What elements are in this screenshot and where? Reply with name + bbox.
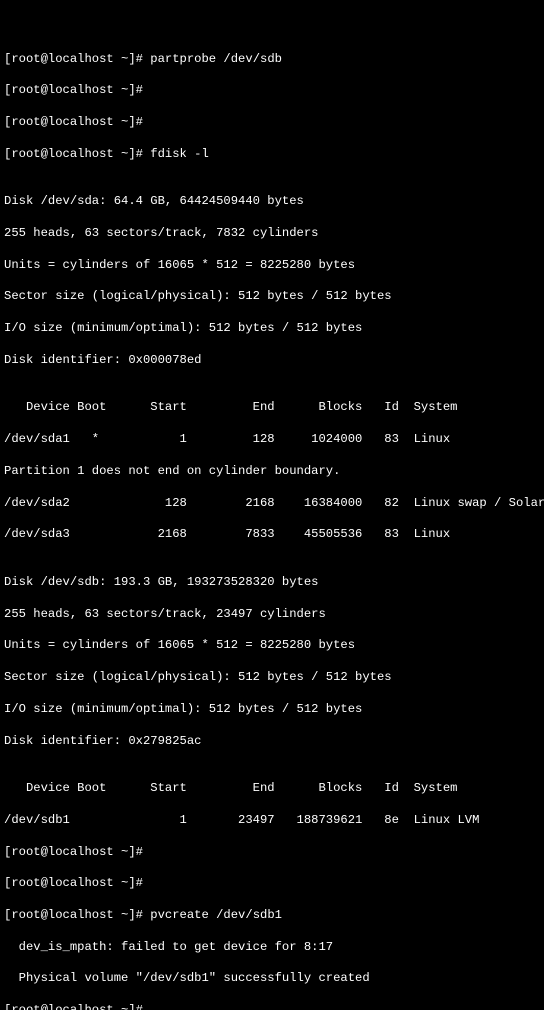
pvcreate-msg-1: dev_is_mpath: failed to get device for 8…: [4, 940, 540, 956]
command-pvcreate: pvcreate /dev/sdb1: [150, 908, 282, 922]
prompt: [root@localhost ~]#: [4, 908, 143, 922]
partition-columns: Device Boot Start End Blocks Id System: [4, 400, 540, 416]
command-partprobe: partprobe /dev/sdb: [150, 52, 282, 66]
prompt-line: [root@localhost ~]#: [4, 845, 540, 861]
sda-geometry: 255 heads, 63 sectors/track, 7832 cylind…: [4, 226, 540, 242]
prompt-line: [root@localhost ~]#: [4, 83, 540, 99]
sda-units: Units = cylinders of 16065 * 512 = 82252…: [4, 258, 540, 274]
prompt: [root@localhost ~]#: [4, 876, 143, 890]
sdb-id: Disk identifier: 0x279825ac: [4, 734, 540, 750]
prompt-line: [root@localhost ~]# fdisk -l: [4, 147, 540, 163]
prompt-line: [root@localhost ~]#: [4, 115, 540, 131]
sda-partition-3: /dev/sda3 2168 7833 45505536 83 Linux: [4, 527, 540, 543]
command-fdisk: fdisk -l: [150, 147, 209, 161]
prompt: [root@localhost ~]#: [4, 1003, 143, 1010]
prompt-line: [root@localhost ~]#: [4, 876, 540, 892]
pvcreate-msg-2: Physical volume "/dev/sdb1" successfully…: [4, 971, 540, 987]
sdb-geometry: 255 heads, 63 sectors/track, 23497 cylin…: [4, 607, 540, 623]
prompt: [root@localhost ~]#: [4, 845, 143, 859]
sda-header: Disk /dev/sda: 64.4 GB, 64424509440 byte…: [4, 194, 540, 210]
sdb-sector: Sector size (logical/physical): 512 byte…: [4, 670, 540, 686]
sda-sector: Sector size (logical/physical): 512 byte…: [4, 289, 540, 305]
prompt-line[interactable]: [root@localhost ~]#: [4, 1003, 540, 1010]
sda-partition-2: /dev/sda2 128 2168 16384000 82 Linux swa…: [4, 496, 540, 512]
prompt-line: [root@localhost ~]# partprobe /dev/sdb: [4, 52, 540, 68]
sda-warning: Partition 1 does not end on cylinder bou…: [4, 464, 540, 480]
sdb-partition-1: /dev/sdb1 1 23497 188739621 8e Linux LVM: [4, 813, 540, 829]
prompt: [root@localhost ~]#: [4, 115, 143, 129]
partition-columns: Device Boot Start End Blocks Id System: [4, 781, 540, 797]
prompt: [root@localhost ~]#: [4, 52, 143, 66]
sda-partition-1: /dev/sda1 * 1 128 1024000 83 Linux: [4, 432, 540, 448]
sdb-io: I/O size (minimum/optimal): 512 bytes / …: [4, 702, 540, 718]
sda-id: Disk identifier: 0x000078ed: [4, 353, 540, 369]
prompt: [root@localhost ~]#: [4, 147, 143, 161]
prompt: [root@localhost ~]#: [4, 83, 143, 97]
sda-io: I/O size (minimum/optimal): 512 bytes / …: [4, 321, 540, 337]
sdb-units: Units = cylinders of 16065 * 512 = 82252…: [4, 638, 540, 654]
sdb-header: Disk /dev/sdb: 193.3 GB, 193273528320 by…: [4, 575, 540, 591]
prompt-line: [root@localhost ~]# pvcreate /dev/sdb1: [4, 908, 540, 924]
